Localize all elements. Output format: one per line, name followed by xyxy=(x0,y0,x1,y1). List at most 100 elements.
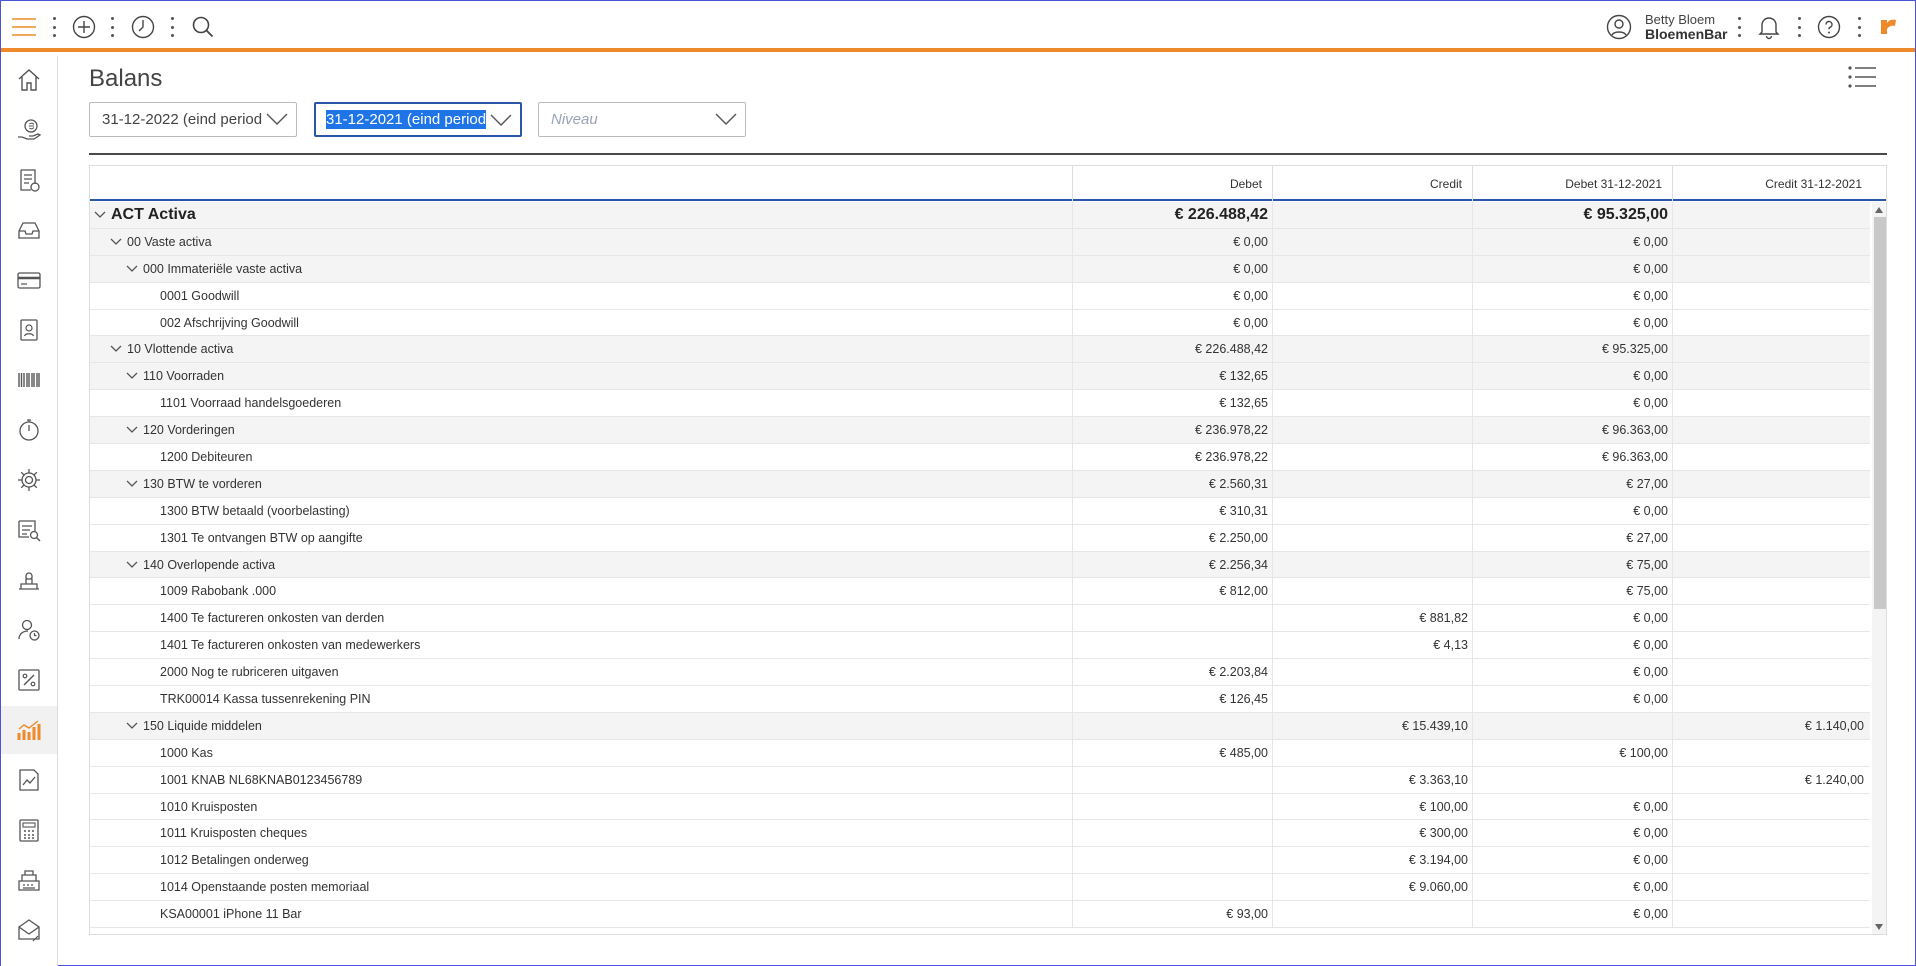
vertical-scrollbar[interactable] xyxy=(1872,202,1886,934)
table-row[interactable]: TRK00014 Kassa tussenrekening PIN € 126,4… xyxy=(90,686,1870,713)
kebab-icon[interactable] xyxy=(169,17,175,37)
cell-credit-prev xyxy=(1672,793,1868,820)
chevron-down-icon[interactable] xyxy=(126,426,138,434)
sidebar-item-home[interactable] xyxy=(1,56,57,104)
table-row[interactable]: KSA00001 iPhone 11 Bar € 93,00 € 0,00 xyxy=(90,901,1870,929)
table-group-row[interactable]: 110 Voorraden € 132,65 € 0,00 xyxy=(90,363,1870,391)
sidebar-item-analysis[interactable] xyxy=(1,756,57,804)
level-dropdown[interactable]: Niveau xyxy=(538,102,746,137)
cell-credit-prev xyxy=(1672,417,1868,444)
timer-button[interactable] xyxy=(129,13,157,41)
cell-debet-prev: € 0,00 xyxy=(1472,632,1672,659)
hamburger-menu-button[interactable] xyxy=(9,13,39,41)
chevron-down-icon[interactable] xyxy=(126,265,138,273)
scroll-down-arrow[interactable] xyxy=(1875,924,1883,930)
kebab-icon[interactable] xyxy=(1856,17,1862,37)
table-row[interactable]: 1010 Kruisposten € 100,00 € 0,00 xyxy=(90,793,1870,821)
period-compare-dropdown[interactable]: 31-12-2021 (eind period xyxy=(314,102,522,137)
table-row[interactable]: 1014 Openstaande posten memoriaal € 9.060… xyxy=(90,874,1870,902)
chevron-down-icon[interactable] xyxy=(110,238,122,246)
sidebar-item-time[interactable] xyxy=(1,406,57,454)
table-row[interactable]: 0001 Goodwill € 0,00 € 0,00 xyxy=(90,282,1870,310)
table-group-row[interactable]: 130 BTW te vorderen € 2.560,31 € 27,00 xyxy=(90,470,1870,498)
table-group-row[interactable]: 120 Vorderingen € 236.978,22 € 96.363,00 xyxy=(90,417,1870,445)
sidebar-item-mail[interactable] xyxy=(1,906,57,954)
sidebar-item-inbox[interactable] xyxy=(1,206,57,254)
row-label-text: 1200 Debiteuren xyxy=(160,449,253,464)
kebab-icon[interactable] xyxy=(109,17,115,37)
period-current-dropdown[interactable]: 31-12-2022 (eind period xyxy=(89,102,297,137)
notifications-button[interactable] xyxy=(1755,13,1783,41)
row-label-text: 1011 Kruisposten cheques xyxy=(160,826,308,841)
column-header-credit-prev[interactable]: Credit 31-12-2021 xyxy=(1672,166,1872,201)
chevron-down-icon[interactable] xyxy=(110,345,122,353)
table-group-row[interactable]: 000 Immateriële vaste activa € 0,00 € 0,00 xyxy=(90,255,1870,283)
table-group-row[interactable]: 00 Vaste activa € 0,00 € 0,00 xyxy=(90,228,1870,256)
cell-debet: € 0,00 xyxy=(1072,282,1272,309)
sidebar xyxy=(1,56,58,966)
add-button[interactable] xyxy=(70,13,98,41)
cell-debet: € 485,00 xyxy=(1072,739,1272,766)
column-header-debet-prev[interactable]: Debet 31-12-2021 xyxy=(1472,166,1672,201)
column-header-debet[interactable]: Debet xyxy=(1072,166,1272,201)
help-circle-icon xyxy=(1817,15,1841,39)
chevron-down-icon[interactable] xyxy=(94,211,106,219)
table-row[interactable]: 1401 Te factureren onkosten van medewerk… xyxy=(90,632,1870,660)
sidebar-item-approval[interactable] xyxy=(1,556,57,604)
cell-debet-prev: € 0,00 xyxy=(1472,309,1672,336)
table-row[interactable]: 1012 Betalingen onderweg € 3.194,00 € 0,00 xyxy=(90,847,1870,875)
table-group-row[interactable]: 150 Liquide middelen € 15.439,10 € 1.140,0… xyxy=(90,712,1870,740)
kebab-icon[interactable] xyxy=(1796,17,1802,37)
bell-icon xyxy=(1758,17,1780,40)
user-avatar-button[interactable] xyxy=(1605,13,1633,41)
period-current-value: 31-12-2022 (eind period xyxy=(102,111,263,128)
cell-credit-prev: € 1.240,00 xyxy=(1672,766,1868,793)
sidebar-item-pos[interactable] xyxy=(1,856,57,904)
table-row[interactable]: 1001 KNAB NL68KNAB0123456789 € 3.363,10 € … xyxy=(90,766,1870,794)
kebab-icon[interactable] xyxy=(51,17,57,37)
chevron-down-icon[interactable] xyxy=(126,480,138,488)
chevron-down-icon[interactable] xyxy=(126,372,138,380)
table-group-row[interactable]: 140 Overlopende activa € 2.256,34 € 75,00 xyxy=(90,551,1870,579)
column-header-credit[interactable]: Credit xyxy=(1272,166,1472,201)
table-row[interactable]: 2000 Nog te rubriceren uitgaven € 2.203,8… xyxy=(90,659,1870,687)
column-options-button[interactable] xyxy=(1847,65,1877,89)
app-logo[interactable] xyxy=(1875,13,1903,41)
chevron-down-icon[interactable] xyxy=(126,561,138,569)
kebab-icon[interactable] xyxy=(1736,17,1742,37)
scroll-up-arrow[interactable] xyxy=(1875,207,1883,213)
inbox-icon xyxy=(18,222,40,239)
sidebar-item-settings[interactable] xyxy=(1,456,57,504)
sidebar-item-financial-reports[interactable] xyxy=(1,706,57,754)
table-group-row[interactable]: 10 Vlottende activa € 226.488,42 € 95.325,… xyxy=(90,336,1870,364)
table-row[interactable]: 1400 Te factureren onkosten van derden € … xyxy=(90,605,1870,633)
scroll-thumb[interactable] xyxy=(1874,217,1886,609)
table-row[interactable]: 1300 BTW betaald (voorbelasting) € 310,31… xyxy=(90,497,1870,525)
sidebar-item-payments[interactable] xyxy=(1,106,57,154)
table-row[interactable]: 1101 Voorraad handelsgoederen € 132,65 € 0… xyxy=(90,390,1870,418)
table-group-row[interactable]: ACT Activa € 226.488,42 € 95.325,00 xyxy=(90,202,1870,229)
table-row[interactable]: 002 Afschrijving Goodwill € 0,00 € 0,00 xyxy=(90,309,1870,337)
user-info[interactable]: Betty Bloem BloemenBar xyxy=(1645,12,1727,42)
help-button[interactable] xyxy=(1815,13,1843,41)
sidebar-item-reports[interactable] xyxy=(1,506,57,554)
cell-credit-prev xyxy=(1672,282,1868,309)
sidebar-item-cards[interactable] xyxy=(1,256,57,304)
sidebar-item-invoices[interactable] xyxy=(1,156,57,204)
table-row[interactable]: 1009 Rabobank .000 € 812,00 € 75,00 xyxy=(90,578,1870,606)
table-row[interactable]: 1000 Kas € 485,00 € 100,00 xyxy=(90,739,1870,767)
cell-credit xyxy=(1272,228,1472,255)
search-button[interactable] xyxy=(189,13,217,41)
table-row[interactable]: 1301 Te ontvangen BTW op aangifte € 2.250… xyxy=(90,524,1870,552)
sidebar-item-vat[interactable] xyxy=(1,656,57,704)
sidebar-item-employees[interactable] xyxy=(1,606,57,654)
row-label-text: 1400 Te factureren onkosten van derden xyxy=(160,611,385,626)
sidebar-item-calculations[interactable] xyxy=(1,806,57,854)
sidebar-item-products[interactable] xyxy=(1,356,57,404)
table-row[interactable]: 1200 Debiteuren € 236.978,22 € 96.363,00 xyxy=(90,444,1870,471)
table-row[interactable]: 1011 Kruisposten cheques € 300,00 € 0,00 xyxy=(90,820,1870,848)
cell-credit xyxy=(1272,497,1472,524)
chevron-down-icon[interactable] xyxy=(126,722,138,730)
row-label-text: 1014 Openstaande posten memoriaal xyxy=(160,880,370,895)
sidebar-item-contacts[interactable] xyxy=(1,306,57,354)
